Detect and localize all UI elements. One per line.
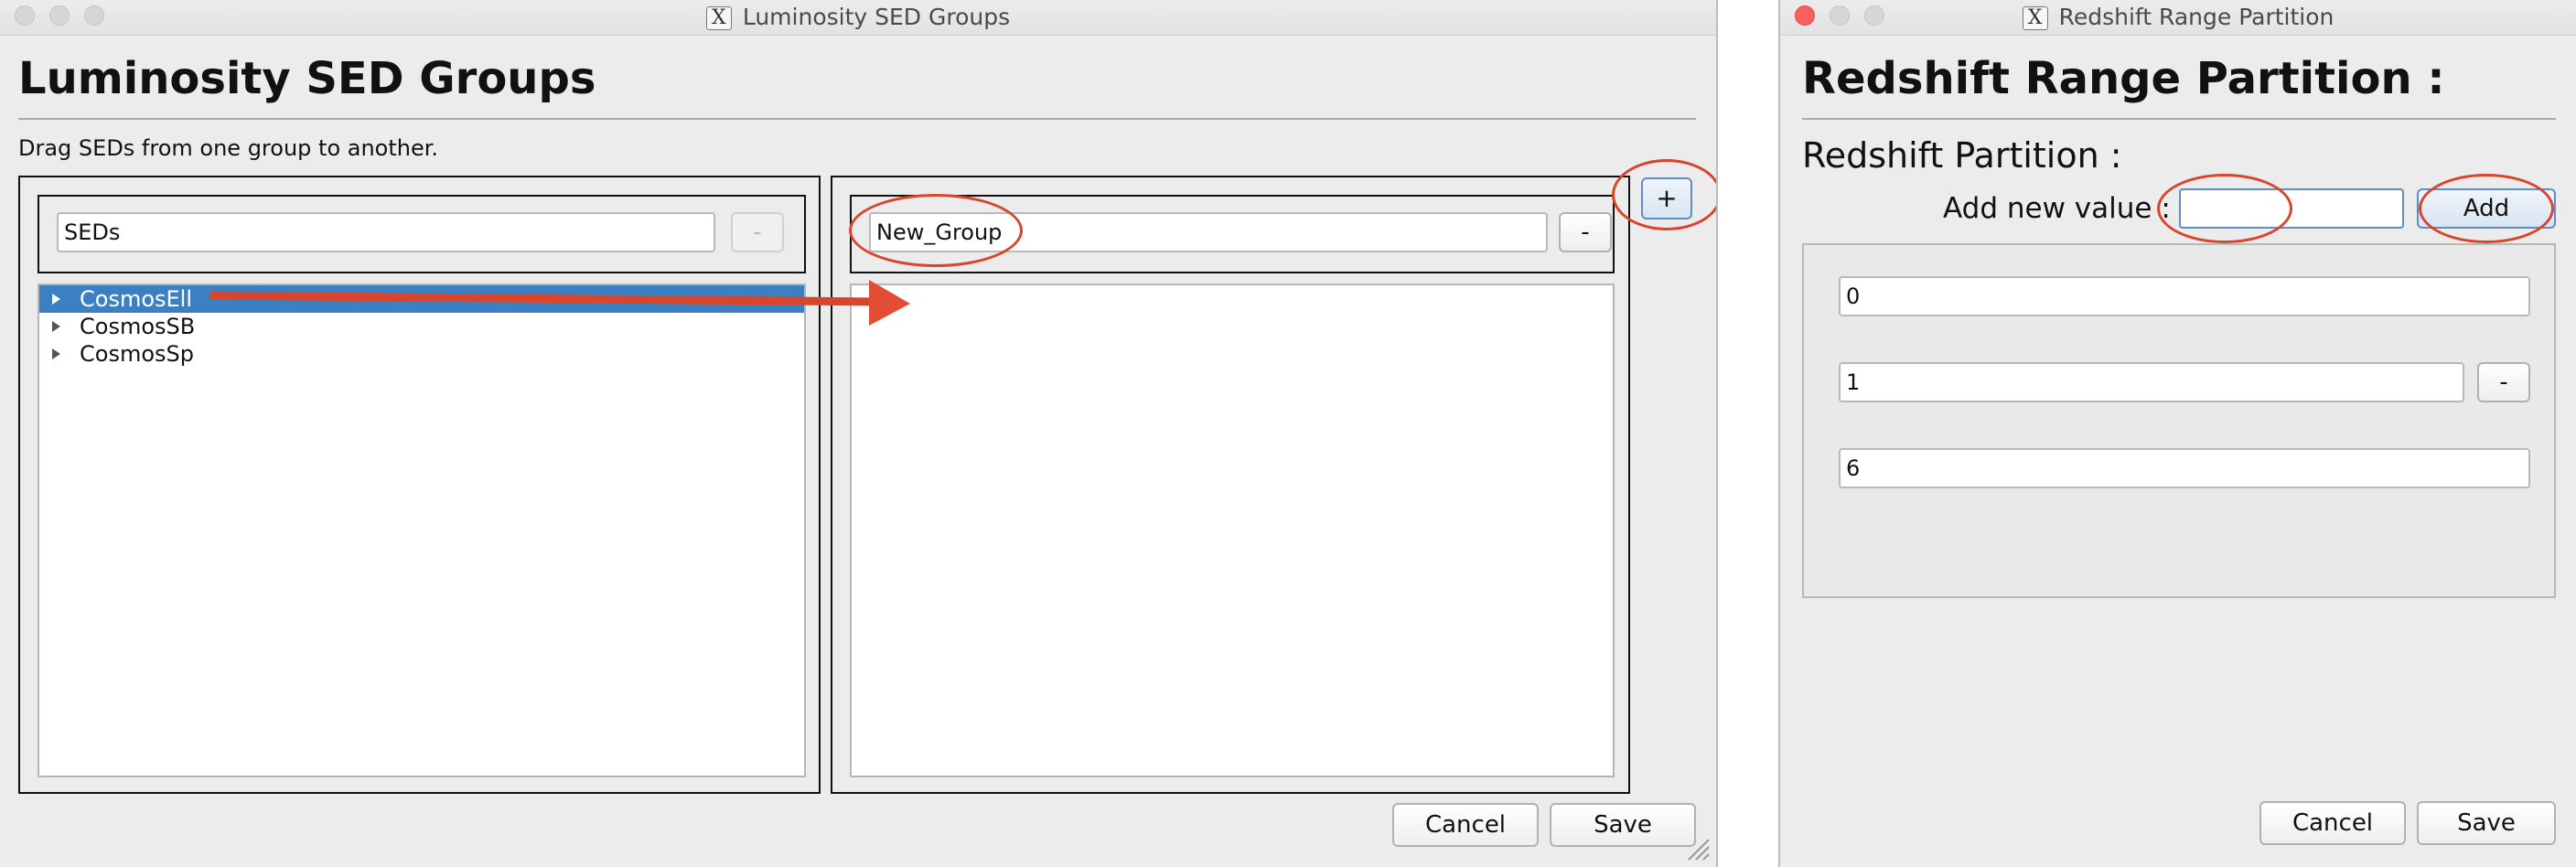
section-title: Redshift Partition :	[1802, 135, 2122, 176]
resize-grip-icon[interactable]	[1685, 836, 1711, 862]
remove-target-group-button[interactable]: -	[1559, 212, 1612, 252]
redshift-range-partition-window: X Redshift Range Partition Redshift Range…	[1778, 0, 2576, 867]
partition-value-field[interactable]: 6	[1839, 448, 2530, 488]
remove-source-group-button[interactable]: -	[731, 212, 784, 252]
window-title: X Redshift Range Partition	[1780, 4, 2576, 30]
divider	[1802, 118, 2556, 120]
partition-value-field[interactable]: 0	[1839, 276, 2530, 316]
sed-tree-item[interactable]: CosmosSp	[39, 340, 804, 368]
add-value-label: Add new value :	[1943, 192, 2171, 225]
expand-arrow-icon[interactable]	[52, 321, 60, 332]
instruction-text: Drag SEDs from one group to another.	[18, 135, 439, 161]
source-group-panel: SEDs - CosmosEll CosmosSB CosmosSp	[18, 176, 821, 794]
luminosity-sed-groups-window: X Luminosity SED Groups Luminosity SED Gr…	[0, 0, 1718, 867]
annotation-circle-new-value	[2157, 174, 2292, 243]
save-button[interactable]: Save	[2417, 801, 2556, 845]
partition-values-panel: 0 1 - 6	[1802, 243, 2556, 598]
remove-value-button[interactable]: -	[2477, 362, 2530, 402]
target-sed-list[interactable]	[850, 284, 1615, 777]
sed-item-label: CosmosSp	[80, 341, 194, 367]
sed-tree-item[interactable]: CosmosSB	[39, 313, 804, 340]
sed-item-label: CosmosSB	[80, 314, 196, 339]
partition-value-field[interactable]: 1	[1839, 362, 2464, 402]
expand-arrow-icon[interactable]	[52, 348, 60, 359]
page-title: Redshift Range Partition :	[1802, 53, 2445, 104]
cancel-button[interactable]: Cancel	[2259, 801, 2406, 845]
x11-icon: X	[705, 6, 732, 30]
source-sed-list[interactable]: CosmosEll CosmosSB CosmosSp	[38, 284, 806, 777]
source-group-name-field[interactable]: SEDs	[57, 212, 715, 252]
cancel-button[interactable]: Cancel	[1392, 803, 1539, 847]
annotation-circle-group-name	[849, 194, 1023, 267]
expand-arrow-icon[interactable]	[52, 294, 60, 305]
sed-item-label: CosmosEll	[80, 286, 193, 312]
divider	[18, 118, 1696, 120]
source-group-header: SEDs -	[38, 195, 806, 273]
x11-icon: X	[2022, 6, 2048, 30]
save-button[interactable]: Save	[1550, 803, 1696, 847]
title-bar[interactable]: X Luminosity SED Groups	[0, 0, 1716, 36]
annotation-circle-add-group	[1612, 159, 1716, 230]
title-bar[interactable]: X Redshift Range Partition	[1780, 0, 2576, 36]
annotation-circle-add-button	[2419, 174, 2554, 243]
window-title: X Luminosity SED Groups	[0, 4, 1716, 30]
target-group-panel: New_Group -	[831, 176, 1630, 794]
sed-tree-item[interactable]: CosmosEll	[39, 285, 804, 313]
page-title: Luminosity SED Groups	[18, 53, 596, 104]
